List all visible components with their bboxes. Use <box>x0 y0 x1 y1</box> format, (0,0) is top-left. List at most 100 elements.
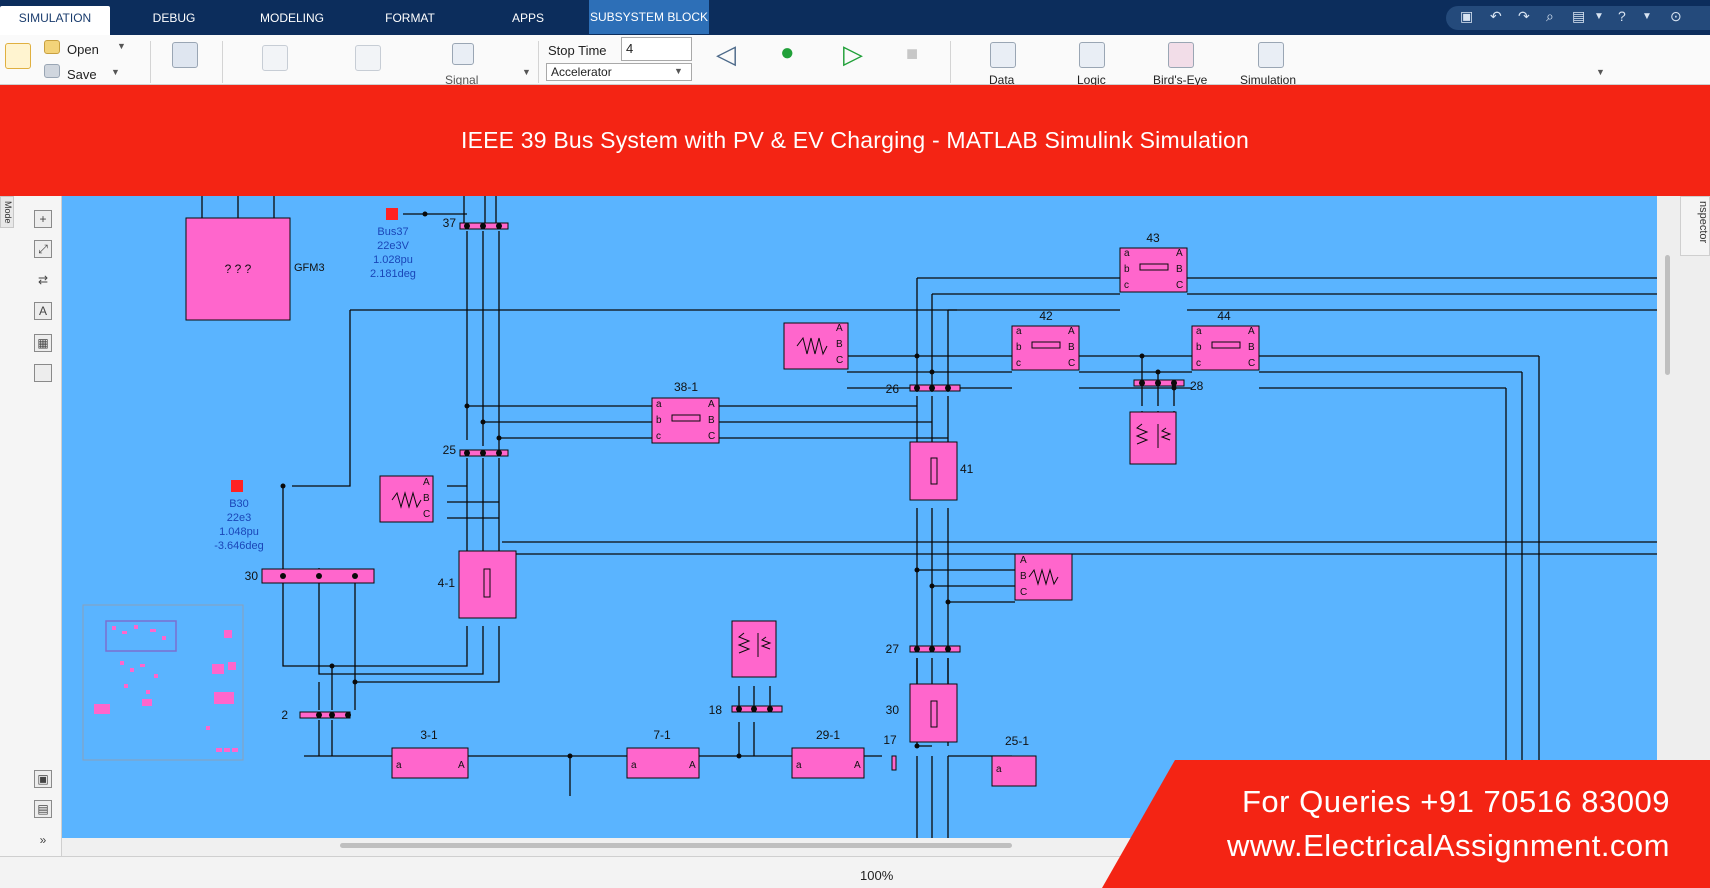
port-label: B <box>1020 571 1027 582</box>
save-button[interactable]: Save <box>67 67 97 82</box>
chevron-down-icon[interactable]: ▼ <box>1642 11 1652 31</box>
line-3-1-block[interactable] <box>391 747 469 779</box>
folder-icon[interactable] <box>44 40 60 54</box>
model-browser-tab[interactable]: Mode <box>0 196 14 228</box>
port-label: B <box>708 415 715 426</box>
bus-37-label: 37 <box>443 216 457 230</box>
chevron-down-icon[interactable]: ▼ <box>111 67 120 77</box>
bus-17[interactable] <box>891 755 897 771</box>
bus-30-label: 30 <box>245 569 259 583</box>
annotation-icon[interactable]: A <box>34 302 52 320</box>
chevron-down-icon[interactable]: ▼ <box>1594 11 1604 31</box>
tab-modeling[interactable]: MODELING <box>244 6 340 35</box>
help-icon[interactable]: ? <box>1618 8 1626 28</box>
bus-28-label: 28 <box>1190 379 1204 393</box>
line-30-label: 30 <box>886 703 900 717</box>
port-label: c <box>1196 358 1201 369</box>
step-forward-icon[interactable]: ▷ <box>843 39 863 70</box>
undo-icon[interactable]: ↶ <box>1490 8 1502 28</box>
port-label: b <box>1196 342 1202 353</box>
image-icon[interactable]: ▦ <box>34 334 52 352</box>
logic-analyzer-icon[interactable] <box>1079 42 1105 68</box>
line-38-1-label: 38-1 <box>674 380 698 394</box>
model-canvas[interactable]: ? ? ? GFM3 37 25 30 2 4-1 38-1 26 41 27 … <box>62 196 1657 838</box>
fit-to-view-icon[interactable]: ⤢ <box>34 240 52 258</box>
chevron-down-icon[interactable]: ▼ <box>117 41 126 51</box>
port-label: A <box>1176 248 1183 259</box>
horizontal-scrollbar[interactable] <box>340 843 1012 848</box>
gfm3-placeholder: ? ? ? <box>225 262 252 276</box>
simulation-mode-select[interactable]: Accelerator <box>546 63 692 81</box>
tab-debug[interactable]: DEBUG <box>132 6 216 35</box>
port-label: A <box>689 760 696 771</box>
step-back-icon[interactable]: ◁ <box>716 39 736 70</box>
line-42-label: 42 <box>1039 309 1053 323</box>
open-button[interactable]: Open <box>67 42 99 57</box>
new-icon[interactable] <box>5 43 31 69</box>
port-label: C <box>423 509 430 520</box>
library-browser-icon[interactable] <box>172 42 198 68</box>
bus37-voltage: 22e3V <box>377 240 409 252</box>
bus-27-label: 27 <box>886 642 900 656</box>
stop-time-label: Stop Time <box>548 43 607 58</box>
bus-26-label: 26 <box>886 382 900 396</box>
port-label: B <box>836 339 843 350</box>
toolstrip-divider <box>150 41 151 83</box>
run-icon[interactable]: ● <box>780 39 795 67</box>
simulink-diagram: ? ? ? GFM3 37 25 30 2 4-1 38-1 26 41 27 … <box>82 196 1657 838</box>
save-icon[interactable]: ▣ <box>1460 8 1473 28</box>
line-30-block[interactable] <box>909 683 958 743</box>
port-label: A <box>708 399 715 410</box>
chevron-down-icon[interactable]: ▼ <box>522 67 531 77</box>
expand-toolstrip-icon[interactable]: ▼ <box>1596 67 1605 77</box>
port-label: c <box>1124 280 1129 291</box>
bus-2-label: 2 <box>281 708 288 722</box>
log-signals-icon[interactable] <box>262 45 288 71</box>
collapse-ribbon-icon[interactable]: ⊙ <box>1670 8 1682 28</box>
bus-18-label: 18 <box>709 703 723 717</box>
line-4-1-block[interactable] <box>458 550 517 619</box>
tab-apps[interactable]: APPS <box>488 6 568 35</box>
port-label: C <box>708 431 715 442</box>
tab-subsystem-block[interactable]: SUBSYSTEM BLOCK <box>589 0 709 34</box>
promo-phone: For Queries +91 70516 83009 <box>1242 784 1670 819</box>
load-28-block[interactable] <box>1129 411 1177 465</box>
birds-eye-icon[interactable] <box>1168 42 1194 68</box>
area-icon[interactable] <box>34 364 52 382</box>
expand-icon[interactable]: » <box>34 832 52 850</box>
add-viewer-icon[interactable] <box>355 45 381 71</box>
birds-eye-thumbnail[interactable] <box>82 604 244 761</box>
toolstrip-divider <box>950 41 951 83</box>
line-44-label: 44 <box>1217 309 1231 323</box>
save-icon[interactable] <box>44 64 60 78</box>
line-41-block[interactable] <box>909 441 958 501</box>
toolstrip: Open ▼ Save ▼ Signal ▼ Stop Time 4 Accel… <box>0 35 1710 87</box>
bus-25-label: 25 <box>443 443 457 457</box>
stop-icon[interactable]: ■ <box>906 43 918 66</box>
port-label: C <box>1068 358 1075 369</box>
video-title-banner: IEEE 39 Bus System with PV & EV Charging… <box>0 85 1710 196</box>
properties-icon[interactable]: ▤ <box>34 800 52 818</box>
arrow-icon[interactable]: ⇄ <box>34 272 52 290</box>
tab-format[interactable]: FORMAT <box>366 6 454 35</box>
bus-2[interactable] <box>299 711 351 719</box>
tab-simulation[interactable]: SIMULATION <box>0 6 110 35</box>
port-label: A <box>1020 555 1027 566</box>
port-label: B <box>1248 342 1255 353</box>
search-icon[interactable]: ⌕ <box>1546 8 1554 28</box>
bus-17-label: 17 <box>883 733 897 747</box>
stop-time-input[interactable]: 4 <box>621 37 692 61</box>
screenshot-icon[interactable]: ▣ <box>34 770 52 788</box>
signal-table-icon[interactable] <box>452 43 474 65</box>
window-icon[interactable]: ▤ <box>1572 8 1585 28</box>
redo-icon[interactable]: ↷ <box>1518 8 1530 28</box>
port-label: A <box>1068 326 1075 337</box>
property-inspector-tab[interactable]: nspector <box>1680 196 1710 256</box>
simulation-manager-icon[interactable] <box>1258 42 1284 68</box>
data-inspector-icon[interactable] <box>990 42 1016 68</box>
line-43-label: 43 <box>1146 231 1160 245</box>
zoom-in-icon[interactable]: + <box>34 210 52 228</box>
chevron-down-icon[interactable]: ▼ <box>674 66 683 76</box>
vertical-scrollbar[interactable] <box>1665 255 1670 375</box>
canvas-left-palette: + ⤢ ⇄ A ▦ ▣ ▤ » <box>0 196 62 856</box>
